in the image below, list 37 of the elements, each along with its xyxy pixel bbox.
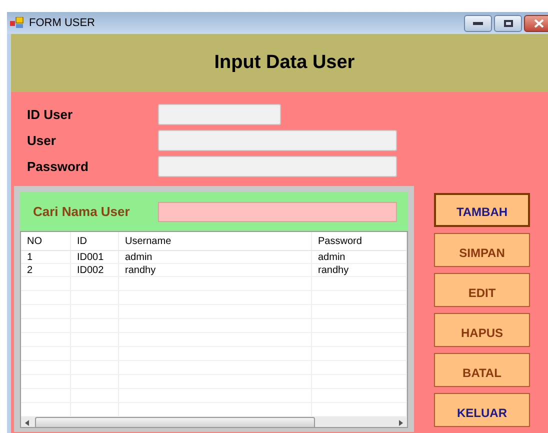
action-button[interactable]: SIMPAN — [434, 233, 530, 267]
column-header: Username — [119, 232, 312, 250]
window-title: FORM USER — [29, 16, 95, 31]
close-icon[interactable] — [534, 18, 544, 28]
table-cell: admin — [119, 251, 312, 263]
action-button[interactable]: BATAL — [434, 353, 530, 387]
scroll-left-icon[interactable] — [23, 419, 31, 427]
search-label: Cari Nama User — [33, 202, 131, 221]
table-cell: randhy — [119, 264, 312, 276]
column-header: NO — [21, 232, 71, 250]
input-field[interactable] — [158, 104, 281, 125]
field-label: Password — [27, 158, 90, 176]
action-button[interactable]: HAPUS — [434, 313, 530, 347]
table-cell: ID002 — [71, 264, 119, 276]
input-field[interactable] — [158, 156, 397, 177]
table-cell: ID001 — [71, 251, 119, 263]
maximize-button[interactable] — [494, 14, 522, 32]
action-button[interactable]: TAMBAH — [434, 193, 530, 227]
table-cell: 1 — [21, 251, 71, 263]
field-label: User — [27, 132, 57, 150]
header-title: Input Data User — [213, 50, 355, 75]
action-button[interactable]: EDIT — [434, 273, 530, 307]
table-cell: randhy — [312, 264, 407, 276]
minimize-button[interactable] — [464, 14, 492, 32]
table-cell: admin — [312, 251, 407, 263]
close-button[interactable] — [524, 14, 548, 32]
column-header: Password — [312, 232, 407, 250]
table-cell: 2 — [21, 264, 71, 276]
input-field[interactable] — [158, 130, 397, 151]
search-field[interactable] — [158, 202, 397, 222]
scroll-right-icon[interactable] — [397, 419, 405, 427]
app-icon — [10, 17, 24, 29]
field-label: ID User — [27, 106, 74, 124]
action-button[interactable]: KELUAR — [434, 393, 530, 427]
scroll-thumb[interactable] — [35, 417, 315, 427]
column-header: ID — [71, 232, 119, 250]
horizontal-scrollbar[interactable] — [21, 417, 407, 427]
